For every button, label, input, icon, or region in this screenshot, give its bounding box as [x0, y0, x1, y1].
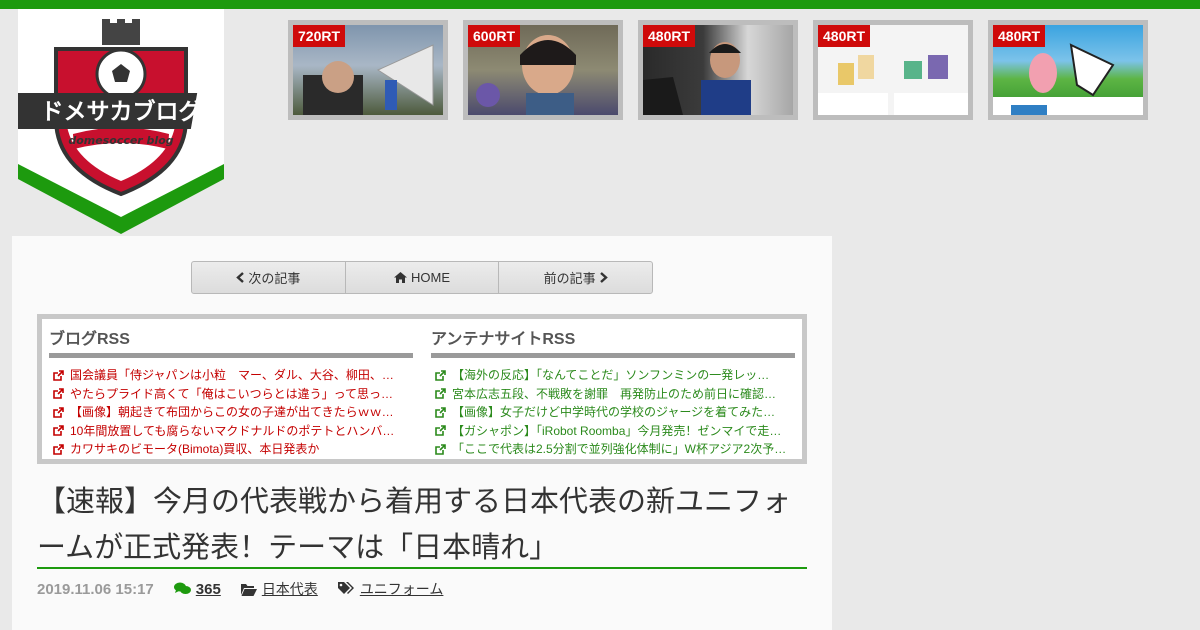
logo-emblem: ドメサカブログ domesoccer blog — [18, 9, 224, 234]
antenna-rss-heading: アンテナサイトRSS — [431, 325, 795, 358]
rss-item[interactable]: 【悲報】俺の実家、クソ細かいルールが厳しすぎる — [49, 459, 413, 464]
antenna-rss-column: アンテナサイトRSS 【海外の反応】「なんてことだ」ソンフンミンの一発レッ… 宮本… — [431, 325, 795, 464]
tag-label: ユニフォーム — [359, 581, 444, 597]
rss-widget: ブログRSS 国会議員「侍ジャパンは小粒 マー、ダル、大谷、柳田、… やたらプライ… — [37, 314, 807, 464]
top-accent-bar — [0, 0, 1200, 9]
rt-badge: 480RT — [818, 25, 871, 47]
title-divider — [37, 567, 807, 569]
external-link-icon — [435, 425, 446, 437]
article-card: 次の記事 HOME 前の記事 ブログRSS 国会議員「侍ジャパンは小粒 マー、ダ… — [12, 236, 832, 630]
rss-item[interactable]: 【画像】朝起きて布団からこの女の子達が出てきたらｗｗ… — [49, 403, 413, 422]
rss-item-text: 【悲報】俺の実家、クソ細かいルールが厳しすぎる — [70, 459, 346, 460]
rss-item-text: 「ここで代表は2.5分割で並列強化体制に」W杯アジア2次予… — [452, 442, 787, 456]
thumb-image: 720RT — [293, 25, 443, 115]
rss-item[interactable]: 【J2】2019年シーズンにブレイクした選手を選んでみた — [431, 459, 795, 464]
article-pager: 次の記事 HOME 前の記事 — [191, 261, 653, 294]
blog-rss-list: 国会議員「侍ジャパンは小粒 マー、ダル、大谷、柳田、… やたらプライド高くて「俺は… — [49, 366, 413, 464]
external-link-icon — [435, 406, 446, 418]
rt-badge: 480RT — [993, 25, 1046, 47]
ranking-thumb-4[interactable]: 480RT — [813, 20, 973, 120]
article-meta: 2019.11.06 15:17 365 日本代表 ユニフォーム — [37, 579, 463, 599]
blog-rss-column: ブログRSS 国会議員「侍ジャパンは小粒 マー、ダル、大谷、柳田、… やたらプライ… — [49, 325, 413, 464]
rt-badge: 480RT — [643, 25, 696, 47]
rss-item[interactable]: 国会議員「侍ジャパンは小粒 マー、ダル、大谷、柳田、… — [49, 366, 413, 385]
next-article-label: 次の記事 — [248, 271, 301, 286]
rt-badge: 600RT — [468, 25, 521, 47]
external-link-icon — [435, 388, 446, 400]
rss-item-text: 10年間放置しても腐らないマクドナルドのポテトとハンバ… — [70, 423, 395, 438]
antenna-rss-list: 【海外の反応】「なんてことだ」ソンフンミンの一発レッ… 宮本広志五段、不戦敗を謝罪… — [431, 366, 795, 464]
prev-article-label: 前の記事 — [543, 271, 596, 286]
rss-item-text: 国会議員「侍ジャパンは小粒 マー、ダル、大谷、柳田、… — [70, 368, 394, 382]
thumb-image: 480RT — [643, 25, 793, 115]
rss-item[interactable]: 【画像】女子だけど中学時代の学校のジャージを着てみた… — [431, 403, 795, 422]
tag-link[interactable]: ユニフォーム — [337, 579, 444, 599]
ranking-thumb-5[interactable]: 480RT — [988, 20, 1148, 120]
external-link-icon — [53, 388, 64, 400]
rss-item[interactable]: 【ガシャポン】「iRobot Roomba」今月発売！ゼンマイで走… — [431, 422, 795, 441]
rss-item[interactable]: カワサキのビモータ(Bimota)買収、本日発表か — [49, 440, 413, 459]
site-logo[interactable]: ドメサカブログ domesoccer blog — [18, 9, 224, 234]
external-link-icon — [435, 462, 446, 464]
rss-item[interactable]: 【海外の反応】「なんてことだ」ソンフンミンの一発レッ… — [431, 366, 795, 385]
rss-item-text: やたらプライド高くて「俺はこいつらとは違う」って思っ… — [70, 386, 394, 401]
rss-item-text: 【J2】2019年シーズンにブレイクした選手を選んでみた — [452, 459, 754, 460]
chevron-left-icon — [236, 272, 245, 283]
logo-main-text: ドメサカブログ — [41, 98, 202, 125]
category-link[interactable]: 日本代表 — [240, 579, 318, 599]
thumb-image: 600RT — [468, 25, 618, 115]
category-label: 日本代表 — [261, 581, 318, 597]
external-link-icon — [53, 406, 64, 418]
external-link-icon — [53, 369, 64, 381]
tags-icon — [337, 582, 354, 594]
home-label: HOME — [411, 270, 450, 285]
folder-open-icon — [240, 583, 257, 596]
thumb-image: 480RT — [818, 25, 968, 115]
rss-item-text: カワサキのビモータ(Bimota)買収、本日発表か — [70, 442, 320, 456]
next-article-button[interactable]: 次の記事 — [192, 262, 345, 293]
comments-icon — [173, 582, 191, 594]
comment-count-link[interactable]: 365 — [173, 580, 221, 598]
article-title: 【速報】今月の代表戦から着用する日本代表の新ユニフォームが正式発表！テーマは「日… — [37, 484, 792, 564]
home-icon — [394, 272, 407, 283]
rss-item-text: 【画像】女子だけど中学時代の学校のジャージを着てみた… — [452, 405, 776, 419]
rss-item-text: 【ガシャポン】「iRobot Roomba」今月発売！ゼンマイで走… — [452, 423, 782, 438]
thumb-image: 480RT — [993, 25, 1143, 115]
external-link-icon — [435, 443, 446, 455]
external-link-icon — [53, 425, 64, 437]
external-link-icon — [435, 369, 446, 381]
ranking-thumb-1[interactable]: 720RT — [288, 20, 448, 120]
comment-count: 365 — [195, 580, 221, 598]
rss-item-text: 【画像】朝起きて布団からこの女の子達が出てきたらｗｗ… — [70, 405, 394, 419]
rss-item[interactable]: やたらプライド高くて「俺はこいつらとは違う」って思っ… — [49, 385, 413, 404]
prev-article-button[interactable]: 前の記事 — [498, 262, 652, 293]
rss-item[interactable]: 宮本広志五段、不戦敗を謝罪 再発防止のため前日に確認… — [431, 385, 795, 404]
blog-rss-heading: ブログRSS — [49, 325, 413, 358]
rss-item[interactable]: 10年間放置しても腐らないマクドナルドのポテトとハンバ… — [49, 422, 413, 441]
post-date: 2019.11.06 15:17 — [37, 580, 154, 598]
chevron-right-icon — [599, 272, 608, 283]
rss-item[interactable]: 「ここで代表は2.5分割で並列強化体制に」W杯アジア2次予… — [431, 440, 795, 459]
ranking-thumb-2[interactable]: 600RT — [463, 20, 623, 120]
rt-badge: 720RT — [293, 25, 346, 47]
external-link-icon — [53, 443, 64, 455]
ranking-thumb-3[interactable]: 480RT — [638, 20, 798, 120]
rss-item-text: 宮本広志五段、不戦敗を謝罪 再発防止のため前日に確認… — [452, 386, 777, 401]
external-link-icon — [53, 462, 64, 464]
rss-item-text: 【海外の反応】「なんてことだ」ソンフンミンの一発レッ… — [452, 368, 770, 382]
home-button[interactable]: HOME — [344, 262, 499, 293]
logo-sub-text: domesoccer blog — [68, 134, 173, 147]
